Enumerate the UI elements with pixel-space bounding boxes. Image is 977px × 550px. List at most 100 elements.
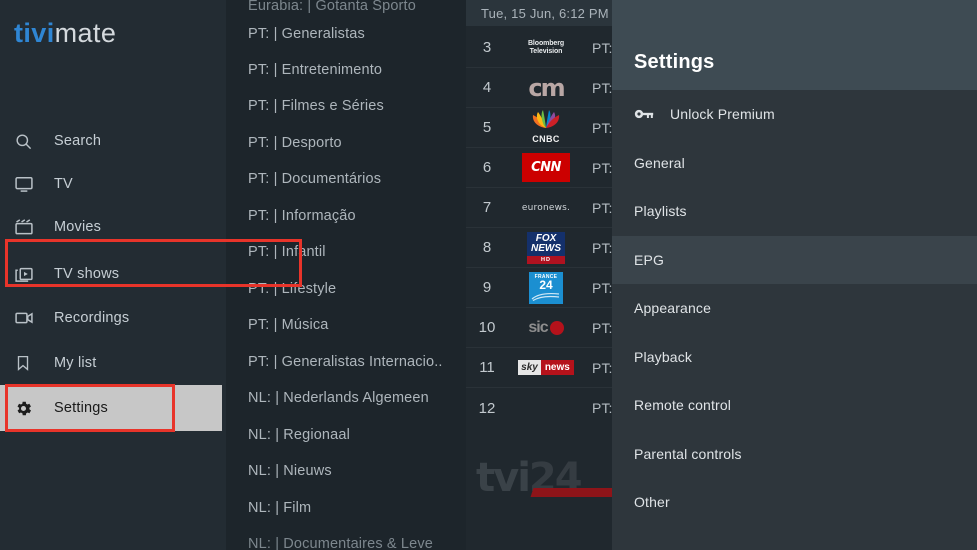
group-list-item[interactable]: PT: | Filmes e Séries: [226, 88, 466, 125]
group-list-item[interactable]: PT: | Desporto: [226, 125, 466, 162]
settings-item-unlock-premium[interactable]: Unlock Premium: [612, 90, 977, 139]
fox-news-hd-logo: FOX NEWS HD: [508, 230, 584, 266]
group-list-item[interactable]: NL: | Regionaal: [226, 417, 466, 454]
group-label: NL: | Nederlands Algemeen: [248, 390, 429, 407]
sidebar-item-recordings[interactable]: Recordings: [0, 295, 226, 341]
logo-text-news: news: [540, 360, 574, 375]
settings-item-remote-control[interactable]: Remote control: [612, 381, 977, 430]
settings-item-label: Playback: [634, 348, 693, 365]
video-camera-icon: [14, 308, 54, 328]
movies-clapper-icon: [14, 217, 54, 237]
channel-number: 6: [482, 159, 492, 176]
settings-item-other[interactable]: Other: [612, 478, 977, 527]
sidebar-item-movies[interactable]: Movies: [0, 204, 226, 250]
app-logo-accent: tivi: [14, 18, 55, 48]
channel-group-list: Eurabia: | Gotanta Sporto PT: | Generali…: [226, 0, 466, 550]
group-list-item[interactable]: PT: | Lifestyle: [226, 271, 466, 308]
group-list-item[interactable]: NL: | Documentaires & Leve: [226, 526, 466, 550]
app-logo: tivimate: [14, 18, 116, 49]
group-label: PT: | Generalistas: [248, 26, 365, 43]
channel-number: 9: [482, 279, 492, 296]
settings-item-label: Remote control: [634, 397, 732, 414]
logo-text-line2: Television: [529, 47, 563, 55]
group-label: PT: | Entretenimento: [248, 62, 383, 79]
logo-text: cm: [528, 73, 565, 102]
group-label: Eurabia: | Gotanta Sporto: [248, 0, 416, 15]
settings-item-appearance[interactable]: Appearance: [612, 284, 977, 333]
channel-number: 11: [479, 359, 495, 376]
channel-number: 3: [482, 39, 492, 56]
settings-item-label: Other: [634, 494, 670, 511]
channel-number: 12: [478, 399, 496, 417]
group-list-item[interactable]: PT: | Entretenimento: [226, 52, 466, 89]
settings-panel: Settings Unlock Premium General Playlist…: [612, 0, 977, 550]
channel-number: 8: [482, 239, 492, 256]
group-list-item[interactable]: PT: | Generalistas: [226, 16, 466, 53]
settings-item-label: General: [634, 154, 685, 171]
bloomberg-television-logo: Bloomberg Television: [508, 30, 584, 66]
sidebar-item-label: TV shows: [54, 266, 120, 282]
logo-text: CNBC: [532, 133, 560, 144]
key-icon: [634, 107, 654, 121]
logo-text-sky: sky: [518, 360, 541, 375]
bookmark-icon: [14, 354, 54, 372]
sidebar-item-label: TV: [54, 176, 73, 192]
settings-item-label: Parental controls: [634, 445, 742, 462]
group-list-item[interactable]: NL: | Film: [226, 490, 466, 527]
logo-text-news: NEWS: [531, 242, 561, 254]
sidebar-item-tv-shows[interactable]: TV shows: [0, 251, 226, 297]
settings-item-label: Unlock Premium: [670, 106, 775, 123]
sic-globe-icon: [549, 320, 564, 335]
tivimate-app-screen: tivimate Search TV Movies TV shows Recor…: [0, 0, 977, 550]
group-label: NL: | Film: [248, 500, 312, 517]
euronews-logo: euronews.: [508, 190, 584, 226]
sic-logo: sic: [508, 310, 584, 346]
settings-item-epg[interactable]: EPG: [612, 235, 977, 284]
sidebar-item-search[interactable]: Search: [0, 118, 226, 164]
page-title: Settings: [634, 51, 715, 73]
group-list-item[interactable]: NL: | Nieuws: [226, 453, 466, 490]
sidebar-item-my-list[interactable]: My list: [0, 340, 226, 386]
logo-text-line1: Bloomberg: [527, 39, 565, 47]
settings-item-playback[interactable]: Playback: [612, 333, 977, 382]
group-label: PT: | Documentários: [248, 171, 382, 188]
group-list-item[interactable]: PT: | Música: [226, 307, 466, 344]
main-sidebar: tivimate Search TV Movies TV shows Recor…: [0, 0, 226, 550]
settings-panel-header: Settings: [612, 0, 977, 90]
channel-number: 5: [482, 119, 492, 136]
group-label: PT: | Desporto: [248, 135, 342, 152]
tv-shows-icon: [14, 264, 54, 284]
cnbc-logo: CNBC: [508, 109, 584, 146]
search-icon: [14, 132, 54, 151]
logo-text: CNN: [522, 153, 570, 182]
logo-text: euronews.: [521, 202, 571, 213]
sidebar-item-tv[interactable]: TV: [0, 161, 226, 207]
group-label: PT: | Lifestyle: [248, 281, 337, 298]
logo-text: sic: [528, 318, 548, 336]
sidebar-item-settings[interactable]: Settings: [0, 385, 222, 431]
channel-logo-placeholder: [508, 390, 584, 426]
settings-item-label: Playlists: [634, 203, 687, 220]
channel-number: 4: [482, 79, 492, 96]
group-list-item[interactable]: PT: | Generalistas Internacio..: [226, 344, 466, 381]
settings-item-playlists[interactable]: Playlists: [612, 187, 977, 236]
sidebar-item-label: My list: [54, 355, 97, 371]
group-label: PT: | Informação: [248, 208, 356, 225]
group-list-item[interactable]: NL: | Nederlands Algemeen: [226, 380, 466, 417]
sky-news-logo: sky news: [508, 350, 584, 386]
tv-icon: [14, 174, 54, 194]
group-list-item[interactable]: PT: | Infantil: [226, 234, 466, 271]
group-label: NL: | Regionaal: [248, 427, 350, 444]
settings-item-label: Appearance: [634, 300, 712, 317]
group-label: PT: | Música: [248, 317, 329, 334]
settings-item-general[interactable]: General: [612, 139, 977, 188]
group-label: NL: | Documentaires & Leve: [248, 536, 433, 550]
settings-item-parental-controls[interactable]: Parental controls: [612, 430, 977, 479]
settings-item-label: EPG: [634, 251, 665, 268]
peacock-icon: [532, 109, 560, 128]
france-24-logo: FRANCE 24: [508, 270, 584, 306]
group-list-item[interactable]: PT: | Informação: [226, 198, 466, 235]
sidebar-item-label: Recordings: [54, 310, 130, 326]
france24-waves-icon: [531, 292, 560, 301]
group-list-item[interactable]: PT: | Documentários: [226, 161, 466, 198]
